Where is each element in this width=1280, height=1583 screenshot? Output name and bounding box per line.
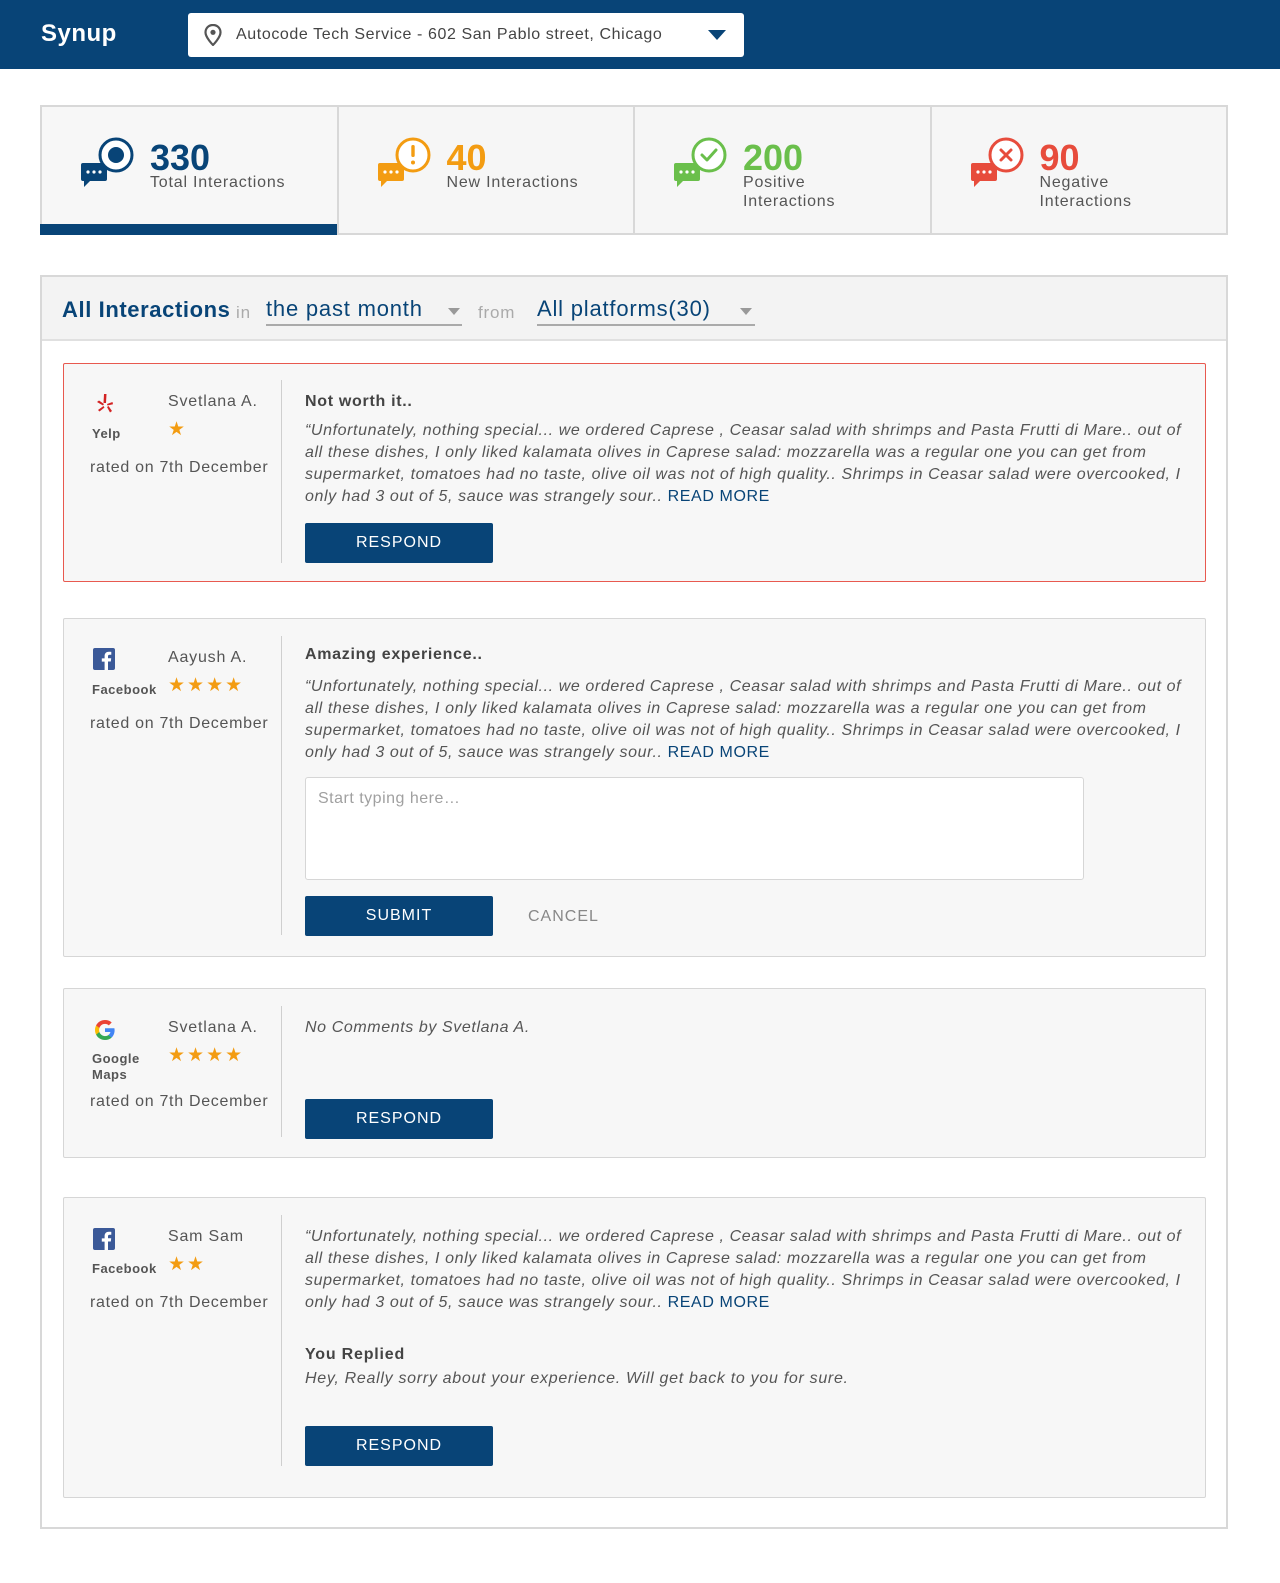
yelp-icon — [97, 394, 113, 413]
brand-logo[interactable]: Synup — [41, 20, 117, 48]
card-divider — [281, 1006, 282, 1137]
review-card: Facebook Sam Sam ★★ rated on 7th Decembe… — [63, 1197, 1206, 1498]
chat-dot-icon — [81, 137, 134, 187]
top-bar: Synup Autocode Tech Service - 602 San Pa… — [0, 0, 1280, 69]
google-icon — [95, 1020, 115, 1040]
reviewer-name: Sam Sam — [168, 1228, 244, 1245]
location-label: Autocode Tech Service - 602 San Pablo st… — [236, 26, 663, 43]
stat-negative-interactions[interactable]: 90 Negative Interactions — [932, 107, 1227, 233]
stat-label: Negative Interactions — [1039, 174, 1132, 210]
filter-bar: All Interactions in the past month from … — [42, 277, 1226, 341]
filter-in-label: in — [236, 303, 251, 322]
star-rating: ★★★★ — [168, 675, 245, 696]
card-divider — [281, 380, 282, 563]
star-rating: ★★ — [168, 1254, 207, 1275]
read-more-link[interactable]: READ MORE — [668, 744, 770, 761]
review-body: “Unfortunately, nothing special... we or… — [305, 676, 1185, 764]
stat-value: 330 — [150, 137, 211, 178]
stat-label: New Interactions — [446, 174, 579, 191]
review-title: Not worth it.. — [305, 393, 413, 410]
chat-exclamation-icon — [377, 137, 430, 187]
respond-button[interactable]: RESPOND — [305, 1099, 493, 1139]
read-more-link[interactable]: READ MORE — [668, 488, 770, 505]
facebook-icon — [93, 1228, 115, 1250]
star-rating: ★ — [168, 419, 188, 440]
stat-value: 200 — [743, 137, 804, 178]
submit-button[interactable]: SUBMIT — [305, 896, 493, 936]
stat-value: 90 — [1039, 137, 1080, 178]
review-card: Yelp Svetlana A. ★ rated on 7th December… — [63, 363, 1206, 582]
location-select[interactable]: Autocode Tech Service - 602 San Pablo st… — [188, 13, 744, 57]
rated-date: rated on 7th December — [90, 1294, 269, 1311]
stat-positive-interactions[interactable]: 200 Positive Interactions — [635, 107, 932, 233]
review-body: No Comments by Svetlana A. — [305, 1019, 530, 1036]
location-pin-icon — [204, 24, 222, 46]
stat-label: Positive Interactions — [743, 174, 836, 210]
review-title: Amazing experience.. — [305, 646, 483, 663]
reviewer-name: Svetlana A. — [168, 1019, 258, 1036]
rated-date: rated on 7th December — [90, 715, 269, 732]
period-dropdown[interactable]: the past month — [266, 296, 462, 326]
star-rating: ★★★★ — [168, 1045, 245, 1066]
review-card: Facebook Aayush A. ★★★★ rated on 7th Dec… — [63, 618, 1206, 957]
facebook-icon — [93, 648, 115, 670]
rated-date: rated on 7th December — [90, 1093, 269, 1110]
panel-title: All Interactions — [62, 297, 231, 322]
stat-value: 40 — [446, 137, 487, 178]
replied-heading: You Replied — [305, 1346, 406, 1363]
platform-name: Facebook — [92, 1261, 157, 1276]
reviewer-name: Aayush A. — [168, 649, 248, 666]
stat-new-interactions[interactable]: 40 New Interactions — [339, 107, 635, 233]
respond-button[interactable]: RESPOND — [305, 523, 493, 563]
chat-x-icon — [970, 137, 1023, 187]
replied-text: Hey, Really sorry about your experience.… — [305, 1370, 849, 1387]
respond-button[interactable]: RESPOND — [305, 1426, 493, 1466]
read-more-link[interactable]: READ MORE — [668, 1294, 770, 1311]
chevron-down-icon[interactable] — [740, 308, 752, 315]
cancel-button[interactable]: CANCEL — [528, 908, 599, 926]
stats-bar: 330 Total Interactions 40 New Interactio… — [40, 105, 1228, 235]
active-tab-indicator — [40, 224, 337, 235]
chevron-down-icon[interactable] — [448, 308, 460, 315]
chat-check-icon — [674, 137, 727, 187]
review-body: “Unfortunately, nothing special... we or… — [305, 1226, 1185, 1314]
rated-date: rated on 7th December — [90, 459, 269, 476]
reply-textarea[interactable] — [305, 777, 1084, 880]
platform-dropdown[interactable]: All platforms(30) — [537, 296, 755, 326]
caret-down-icon[interactable] — [708, 30, 726, 40]
platform-name: Facebook — [92, 682, 157, 697]
filter-from-label: from — [478, 303, 516, 322]
card-divider — [281, 636, 282, 935]
platform-name: Google Maps — [92, 1051, 140, 1082]
stat-total-interactions[interactable]: 330 Total Interactions — [40, 107, 339, 235]
review-card: Google Maps Svetlana A. ★★★★ rated on 7t… — [63, 988, 1206, 1158]
reviewer-name: Svetlana A. — [168, 393, 258, 410]
stat-label: Total Interactions — [150, 174, 286, 191]
card-divider — [281, 1215, 282, 1466]
platform-name: Yelp — [92, 426, 121, 441]
review-body: “Unfortunately, nothing special... we or… — [305, 420, 1185, 508]
